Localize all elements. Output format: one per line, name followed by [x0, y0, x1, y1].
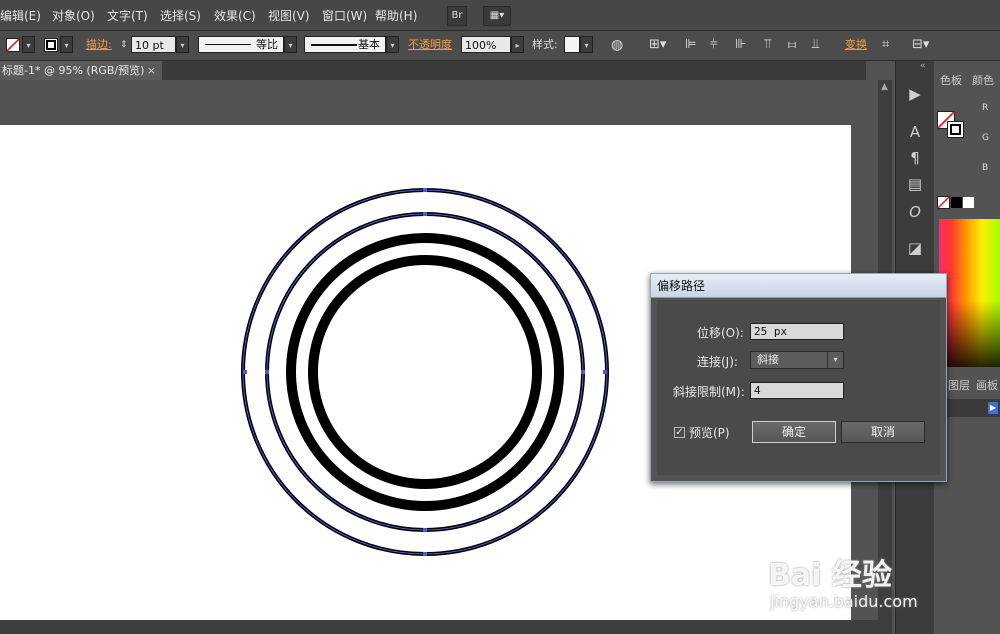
color-spectrum[interactable]: [939, 219, 1000, 367]
cancel-button[interactable]: 取消: [841, 421, 925, 443]
joins-dropdown-icon: ▾: [827, 352, 843, 368]
horizontal-scrollbar[interactable]: [0, 620, 878, 634]
joins-value: 斜接: [757, 353, 779, 366]
ok-button[interactable]: 确定: [752, 421, 836, 443]
dialog-body: 位移(O): 25 px 连接(J): 斜接 ▾ 斜接限制(M): 4 ✓ 预览…: [657, 300, 940, 475]
layer-row[interactable]: ▶: [939, 399, 1000, 417]
swatches-tab[interactable]: 色板: [940, 73, 962, 89]
joins-label: 连接(J):: [697, 355, 738, 369]
outer-offset-circle[interactable]: [241, 188, 609, 556]
offset-field[interactable]: 25 px: [750, 323, 844, 340]
layers-tab[interactable]: 图层: [948, 378, 970, 394]
baidu-watermark-url: jingyan.baidu.com: [770, 592, 918, 611]
red-channel-label: R: [982, 103, 989, 113]
offset-path-dialog: 偏移路径 位移(O): 25 px 连接(J): 斜接 ▾ 斜接限制(M): 4…: [650, 273, 947, 482]
baidu-watermark: Bai 经验: [768, 558, 892, 593]
miter-limit-field[interactable]: 4: [750, 382, 844, 399]
third-circle[interactable]: [286, 233, 564, 511]
scroll-up-icon[interactable]: ▲: [881, 82, 888, 92]
miter-limit-label: 斜接限制(M):: [673, 385, 745, 399]
align-panel-icon[interactable]: ▤: [896, 173, 934, 195]
character-panel-icon[interactable]: A: [896, 121, 934, 143]
play-action-icon[interactable]: ▶: [896, 83, 934, 105]
quick-swatches-icon[interactable]: [937, 196, 977, 209]
layer-expand-icon[interactable]: ▶: [988, 402, 998, 414]
joins-select[interactable]: 斜接 ▾: [750, 351, 844, 369]
pathfinder-panel-icon[interactable]: ◪: [896, 237, 934, 259]
blue-channel-label: B: [982, 163, 989, 173]
paragraph-panel-icon[interactable]: ¶: [896, 147, 934, 169]
dialog-title: 偏移路径: [651, 274, 946, 298]
artboards-tab[interactable]: 画板: [976, 378, 998, 394]
opentype-panel-icon[interactable]: O: [896, 201, 934, 223]
inner-circle[interactable]: [308, 255, 542, 489]
collapse-dock-icon[interactable]: «: [920, 61, 926, 71]
green-channel-label: G: [982, 133, 989, 143]
fill-stroke-indicator-icon[interactable]: [937, 111, 965, 139]
color-tab[interactable]: 颜色: [972, 73, 994, 89]
preview-label: 预览(P): [689, 426, 730, 440]
preview-checkbox[interactable]: ✓: [674, 427, 685, 438]
offset-label: 位移(O):: [697, 326, 744, 340]
